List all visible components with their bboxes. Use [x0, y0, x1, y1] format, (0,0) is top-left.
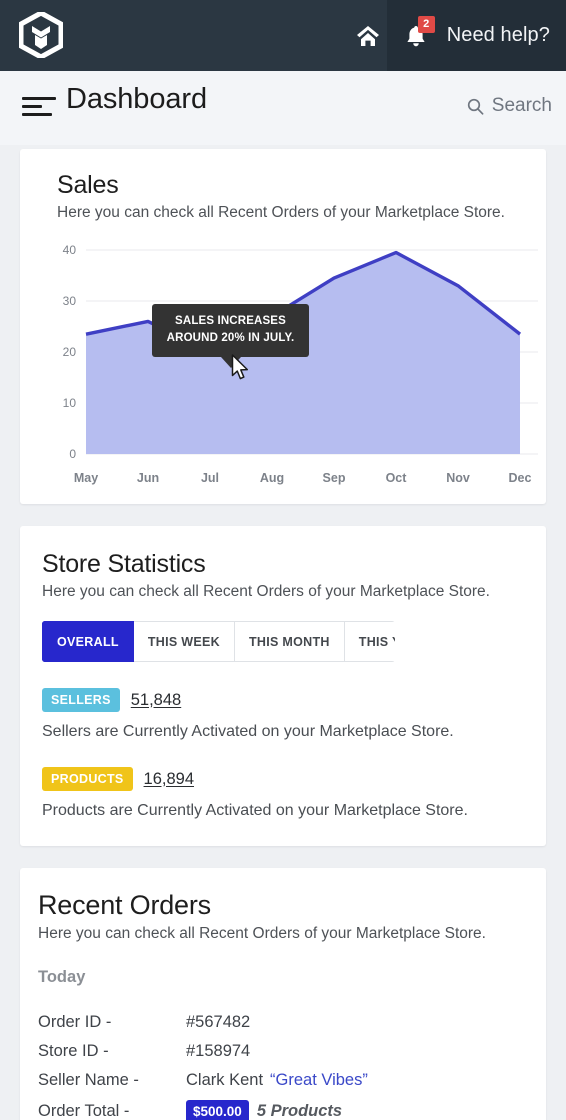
x-tick-label: Jul	[201, 471, 219, 485]
y-tick-label: 0	[69, 447, 76, 461]
x-tick-label: Dec	[509, 471, 532, 485]
order-id-value: #567482	[186, 1013, 251, 1031]
logo-icon	[19, 12, 63, 58]
table-row: Seller Name - Clark Kent “Great Vibes”	[38, 1069, 528, 1098]
x-tick-label: Jun	[137, 471, 159, 485]
order-total-label: Order Total -	[38, 1102, 130, 1120]
seller-name-cell: Clark Kent “Great Vibes”	[186, 1069, 528, 1098]
orders-card-title: Recent Orders	[38, 890, 211, 920]
status-badge-products: PRODUCTS	[42, 767, 133, 791]
stat-row: SELLERS 51,848	[42, 688, 524, 712]
x-tick-label: Aug	[260, 471, 284, 485]
y-tick-label: 20	[63, 345, 77, 359]
marketplace-logo[interactable]	[17, 11, 65, 59]
topbar-actions: 2 Need help?	[345, 0, 566, 71]
table-row: Store ID - #158974	[38, 1040, 528, 1069]
sales-card-subtitle: Here you can check all Recent Orders of …	[57, 204, 505, 221]
y-tick-label: 30	[63, 294, 77, 308]
stat-value-products[interactable]: 16,894	[144, 770, 194, 789]
stat-description: Products are Currently Activated on your…	[42, 802, 468, 819]
tab-this-week[interactable]: THIS WEEK	[133, 621, 235, 662]
seller-name-label: Seller Name -	[38, 1071, 139, 1089]
sales-chart[interactable]: 0 10 20 30 40 May Jun Jul Aug Sep Oct Nov Dec SALES…	[38, 236, 538, 498]
order-total-badge: $500.00	[186, 1100, 249, 1120]
seller-name-value: Clark Kent	[186, 1071, 264, 1089]
stat-description: Sellers are Currently Activated on your …	[42, 723, 454, 740]
y-tick-label: 10	[63, 396, 77, 410]
sales-card: Sales Here you can check all Recent Orde…	[20, 149, 546, 504]
seller-alias-link[interactable]: “Great Vibes”	[270, 1071, 368, 1089]
page-title: Dashboard	[66, 83, 207, 115]
store-statistics-card: Store Statistics Here you can check all …	[20, 526, 546, 846]
sales-card-title: Sales	[57, 171, 119, 199]
orders-group-label: Today	[38, 968, 86, 986]
hamburger-line-1	[22, 97, 56, 100]
chart-y-axis-labels: 0 10 20 30 40	[63, 243, 77, 461]
order-total-cell: $500.00 5 Products	[186, 1098, 528, 1120]
hamburger-line-3	[22, 113, 52, 116]
orders-card-subtitle: Here you can check all Recent Orders of …	[38, 925, 486, 942]
need-help-link[interactable]: Need help?	[441, 24, 566, 47]
chart-tooltip: SALES INCREASES AROUND 20% IN JULY.	[152, 304, 309, 368]
store-id-value: #158974	[186, 1042, 251, 1060]
table-row: Order Total - $500.00 5 Products	[38, 1098, 528, 1120]
search-button[interactable]: Search	[467, 95, 552, 117]
order-products-count: 5 Products	[256, 1102, 343, 1120]
tab-this-year[interactable]: THIS YEAR	[344, 621, 395, 662]
notifications-button[interactable]: 2	[391, 0, 441, 71]
notification-count-badge: 2	[417, 16, 435, 33]
order-details-table: Order ID - #567482 Store ID - #158974 Se…	[38, 1011, 528, 1120]
recent-orders-card: Recent Orders Here you can check all Rec…	[20, 868, 546, 1120]
chart-tooltip-line-1: SALES INCREASES	[175, 315, 286, 327]
hamburger-menu-icon[interactable]	[22, 97, 56, 119]
home-button[interactable]	[345, 0, 391, 71]
table-row: Order ID - #567482	[38, 1011, 528, 1040]
x-tick-label: Sep	[323, 471, 346, 485]
stat-row: PRODUCTS 16,894	[42, 767, 524, 791]
search-icon	[467, 98, 484, 115]
y-tick-label: 40	[63, 243, 77, 257]
tab-overall[interactable]: OVERALL	[42, 621, 134, 662]
store-id-label: Store ID -	[38, 1042, 109, 1060]
order-id-label: Order ID -	[38, 1013, 112, 1031]
x-tick-label: Oct	[386, 471, 408, 485]
x-tick-label: May	[74, 471, 98, 485]
chart-tooltip-line-2: AROUND 20% IN JULY.	[166, 332, 295, 344]
stats-rows: SELLERS 51,848 Sellers are Currently Activ…	[42, 688, 524, 820]
status-badge-sellers: SELLERS	[42, 688, 120, 712]
stat-value-sellers[interactable]: 51,848	[131, 691, 181, 710]
stats-card-subtitle: Here you can check all Recent Orders of …	[42, 583, 490, 600]
sales-area-chart-svg: 0 10 20 30 40 May Jun Jul Aug Sep Oct Nov Dec	[63, 243, 538, 485]
stats-tab-group: OVERALLTHIS WEEKTHIS MONTHTHIS YEAR	[42, 621, 395, 662]
chart-x-axis-labels: May Jun Jul Aug Sep Oct Nov Dec	[74, 471, 532, 485]
home-icon	[356, 25, 379, 46]
stats-card-title: Store Statistics	[42, 550, 206, 578]
page-header: Dashboard Search	[0, 71, 566, 145]
search-label: Search	[491, 95, 552, 116]
hamburger-line-2	[22, 105, 42, 108]
tab-this-month[interactable]: THIS MONTH	[234, 621, 345, 662]
top-navigation-bar: 2 Need help?	[0, 0, 566, 71]
x-tick-label: Nov	[446, 471, 470, 485]
